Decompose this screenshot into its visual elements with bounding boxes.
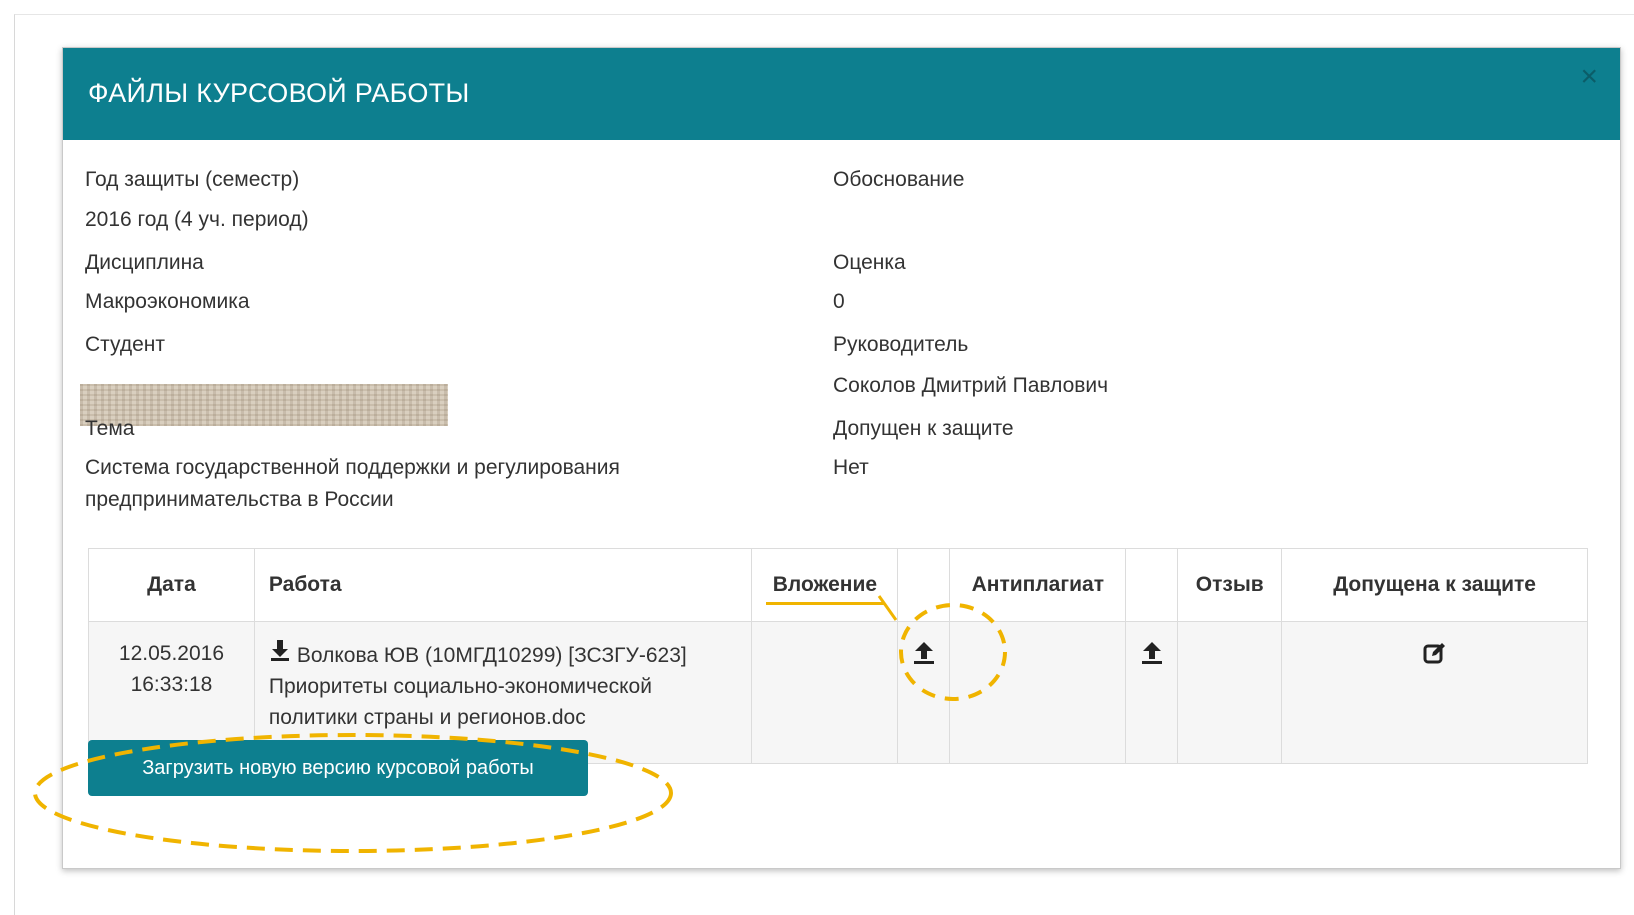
- supervisor-label: Руководитель: [833, 333, 969, 356]
- work-line3[interactable]: политики страны и регионов.doc: [269, 702, 742, 733]
- upload-icon[interactable]: [1140, 640, 1164, 671]
- col-work: Работа: [253, 548, 753, 622]
- upload-icon[interactable]: [912, 640, 936, 671]
- row-date: 12.05.2016: [118, 642, 224, 665]
- work-line1[interactable]: Волкова ЮВ (10МГД10299) [ЗСЗГУ-623]: [297, 644, 687, 667]
- modal-header: ФАЙЛЫ КУРСОВОЙ РАБОТЫ ×: [63, 48, 1620, 140]
- student-name-redacted: [80, 384, 448, 426]
- work-line2[interactable]: Приоритеты социально-экономической: [269, 671, 742, 702]
- row-admitted-cell: [1281, 621, 1588, 764]
- topic-label: Тема: [85, 417, 135, 440]
- col-attachment: Вложение: [751, 548, 899, 622]
- files-table: Дата Работа Вложение Антиплагиат Отзыв Д…: [88, 548, 1588, 764]
- row-attachment-upload-cell: [897, 621, 951, 764]
- row-time: 16:33:18: [130, 673, 213, 696]
- row-attachment-cell: [751, 621, 899, 764]
- row-review-cell: [1177, 621, 1283, 764]
- justification-label: Обоснование: [833, 168, 965, 191]
- col-attachment-action: [897, 548, 951, 622]
- col-review: Отзыв: [1177, 548, 1283, 622]
- discipline-label: Дисциплина: [85, 251, 204, 274]
- col-antiplagiat: Антиплагиат: [949, 548, 1127, 622]
- coursework-files-modal: ФАЙЛЫ КУРСОВОЙ РАБОТЫ × Год защиты (семе…: [62, 47, 1621, 869]
- topic-value-line2: предпринимательства в России: [85, 488, 394, 511]
- download-icon[interactable]: [269, 638, 291, 667]
- col-attachment-label: Вложение: [772, 573, 878, 596]
- admitted-value: Нет: [833, 456, 869, 479]
- col-antiplagiat-action: [1125, 548, 1179, 622]
- edit-icon[interactable]: [1422, 640, 1448, 671]
- modal-title: ФАЙЛЫ КУРСОВОЙ РАБОТЫ: [88, 78, 470, 108]
- upload-new-version-button[interactable]: Загрузить новую версию курсовой работы: [88, 740, 588, 796]
- admitted-label: Допущен к защите: [833, 417, 1014, 440]
- student-label: Студент: [85, 333, 165, 356]
- work-file-link[interactable]: Волкова ЮВ (10МГД10299) [ЗСЗГУ-623]: [269, 638, 742, 671]
- grade-value: 0: [833, 290, 845, 313]
- attachment-highlight: [766, 602, 886, 605]
- grade-label: Оценка: [833, 251, 906, 274]
- table-header-row: Дата Работа Вложение Антиплагиат Отзыв Д…: [88, 548, 1588, 622]
- col-date: Дата: [88, 548, 255, 622]
- discipline-value: Макроэкономика: [85, 290, 250, 313]
- row-antiplagiat-cell: [949, 621, 1127, 764]
- row-antiplagiat-upload-cell: [1125, 621, 1179, 764]
- year-value: 2016 год (4 уч. период): [85, 208, 309, 231]
- year-label: Год защиты (семестр): [85, 168, 300, 191]
- topic-value-line1: Система государственной поддержки и регу…: [85, 456, 620, 479]
- close-icon[interactable]: ×: [1580, 62, 1598, 92]
- col-admitted: Допущена к защите: [1281, 548, 1588, 622]
- supervisor-value: Соколов Дмитрий Павлович: [833, 374, 1109, 397]
